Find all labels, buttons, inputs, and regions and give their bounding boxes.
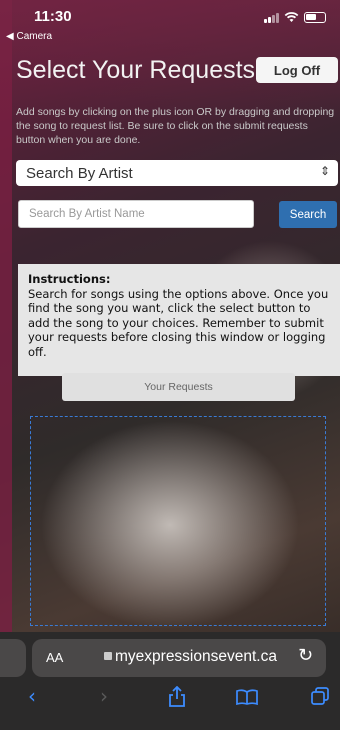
lock-icon [104, 652, 112, 660]
battery-icon [304, 12, 326, 23]
search-button[interactable]: Search [279, 201, 337, 228]
instructions-body: Search for songs using the options above… [28, 286, 329, 359]
instructions-panel: Instructions: Search for songs using the… [18, 264, 340, 376]
status-time: 11:30 [34, 8, 72, 25]
text-size-label: AA [46, 650, 64, 665]
request-drop-zone[interactable] [30, 416, 326, 626]
chevron-up-down-icon: ⇕ [319, 164, 330, 178]
text-size-button[interactable]: AA [46, 650, 63, 665]
your-requests-button[interactable]: Your Requests [62, 373, 295, 401]
search-mode-select[interactable]: Search By Artist ⇕ [16, 160, 338, 186]
back-to-camera-link[interactable]: ◀ Camera [6, 31, 52, 42]
previous-tab-edge[interactable] [0, 639, 26, 677]
artist-search-input[interactable] [18, 200, 254, 228]
url-display[interactable]: myexpressionsevent.ca [104, 648, 277, 666]
instructions-heading: Instructions: [28, 272, 111, 286]
tabs-icon[interactable] [311, 687, 329, 705]
back-arrow-icon[interactable]: ‹ [28, 684, 36, 708]
bookmarks-icon[interactable] [236, 689, 258, 705]
url-text: myexpressionsevent.ca [115, 648, 277, 665]
share-icon[interactable] [168, 686, 186, 708]
page-title: Select Your Requests [16, 56, 256, 84]
signal-icon [264, 12, 279, 23]
status-bar: 11:30 ◀ Camera [0, 0, 340, 44]
status-icons [264, 12, 326, 23]
wifi-icon [284, 12, 299, 22]
browser-bottom-toolbar: ‹ › [0, 684, 340, 708]
forward-arrow-icon[interactable]: › [100, 684, 108, 708]
log-off-button[interactable]: Log Off [256, 57, 338, 83]
reload-icon[interactable]: ↻ [298, 645, 313, 666]
search-mode-value: Search By Artist [26, 164, 133, 182]
intro-text: Add songs by clicking on the plus icon O… [16, 106, 335, 146]
